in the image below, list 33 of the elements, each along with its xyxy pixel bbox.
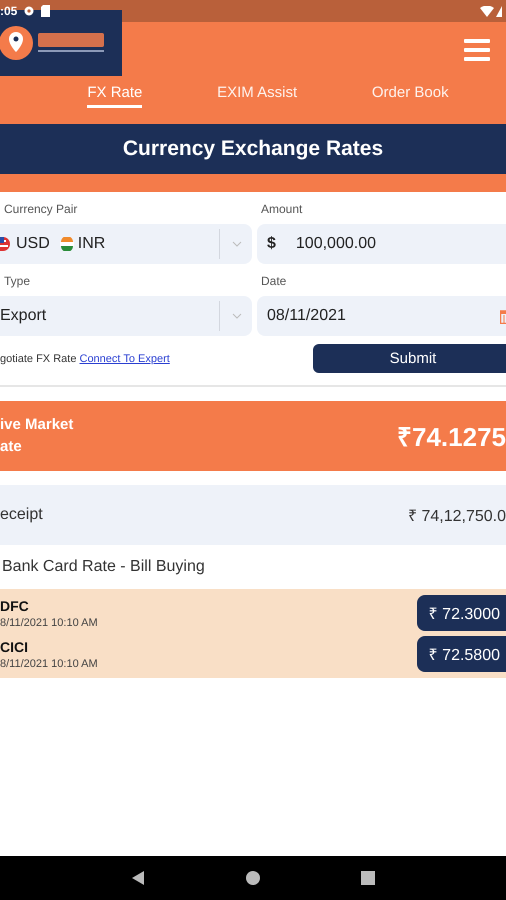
sd-card-icon xyxy=(41,5,50,17)
submit-button[interactable]: Submit xyxy=(313,344,506,373)
signal-icon xyxy=(496,6,502,16)
field-label: Currency Pair xyxy=(3,201,78,218)
page-title: Currency Exchange Rates xyxy=(122,137,384,161)
rate-badge: ₹ 72.5800 xyxy=(416,636,506,672)
field-label: Date xyxy=(260,273,288,290)
rate-badge: ₹ 72.3000 xyxy=(416,595,506,631)
live-rate-value: ₹74.1275 xyxy=(397,421,506,454)
chevron-down-icon xyxy=(232,313,242,319)
back-icon[interactable] xyxy=(131,870,145,886)
chevron-down-icon xyxy=(232,241,242,247)
field-label: Type xyxy=(3,273,32,290)
flag-icon xyxy=(60,237,74,251)
flag-icon xyxy=(0,237,10,251)
section-heading: Bank Card Rate - Bill Buying xyxy=(2,558,205,576)
receipt-value: ₹ 74,12,750.0 xyxy=(408,507,506,526)
live-rate-label: ive Market ate xyxy=(0,415,74,457)
bank-name: CICI xyxy=(0,638,29,654)
bank-time: 8/11/2021 10:10 AM xyxy=(0,658,98,670)
bank-name: DFC xyxy=(0,598,30,614)
negotiate-text: gotiate FX Rate Connect To Expert xyxy=(0,352,171,364)
receipt-label: eceipt xyxy=(0,506,43,524)
currency-pair-select[interactable]: USD INR xyxy=(0,224,252,264)
type-select[interactable]: Export xyxy=(0,296,252,336)
bank-time: 8/11/2021 10:10 AM xyxy=(0,616,98,628)
field-label: Amount xyxy=(260,201,304,218)
date-field[interactable]: 08/11/2021 xyxy=(257,296,506,336)
wifi-icon xyxy=(480,6,494,16)
amount-field[interactable]: $ 100,000.00 xyxy=(257,224,506,264)
connect-link[interactable]: Connect To Expert xyxy=(80,352,170,364)
home-icon[interactable] xyxy=(245,870,261,886)
menu-icon[interactable] xyxy=(464,39,490,61)
